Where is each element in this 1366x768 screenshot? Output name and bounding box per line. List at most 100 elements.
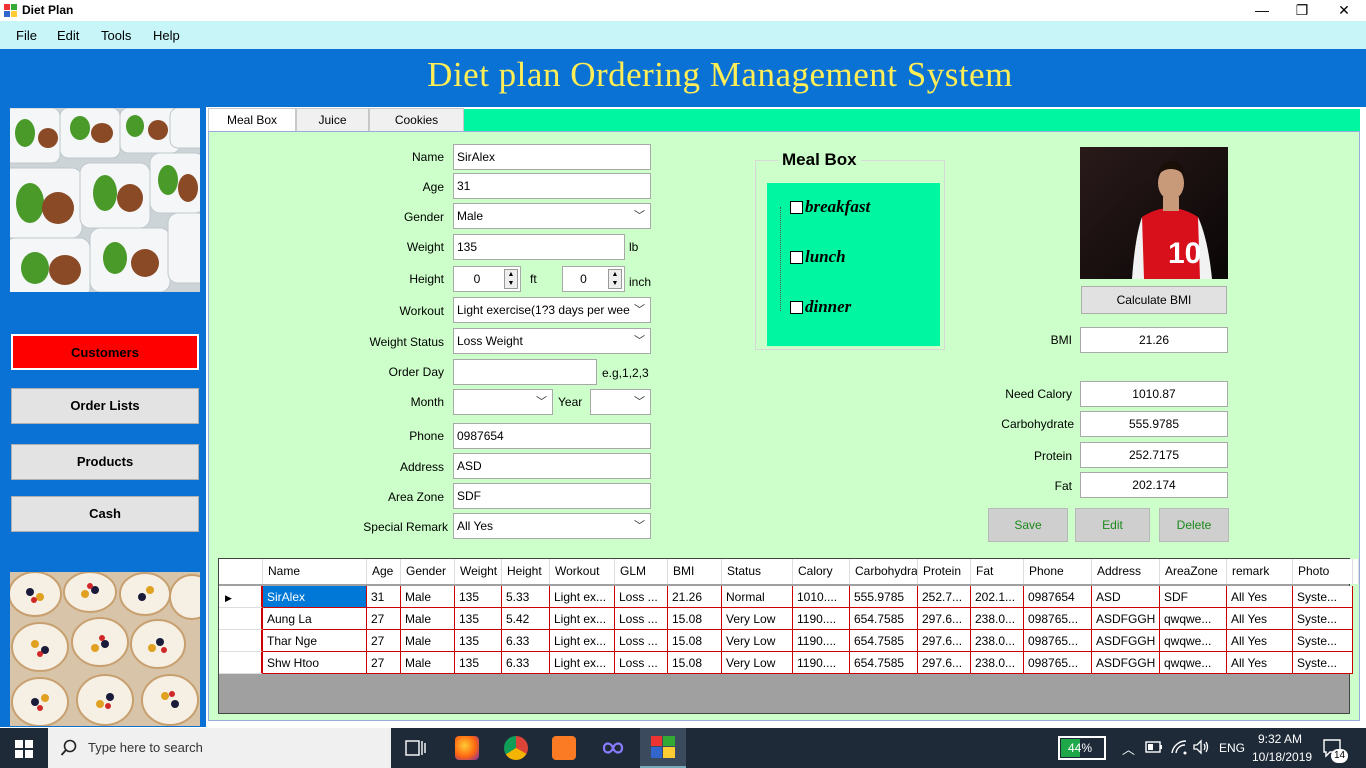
grid-cell[interactable]: 1010.... <box>793 586 850 608</box>
customers-button[interactable]: Customers <box>11 334 199 370</box>
year-select[interactable]: ﹀ <box>590 389 651 415</box>
grid-cell[interactable]: Normal <box>722 586 793 608</box>
calculate-bmi-button[interactable]: Calculate BMI <box>1081 286 1227 314</box>
grid-cell[interactable]: Loss ... <box>615 630 668 652</box>
row-header[interactable] <box>219 608 263 630</box>
row-header[interactable]: ▶ <box>219 586 263 608</box>
grid-cell[interactable]: 27 <box>367 608 401 630</box>
grid-cell[interactable]: 15.08 <box>668 652 722 674</box>
grid-cell[interactable]: 098765... <box>1024 608 1092 630</box>
grid-cell[interactable]: SirAlex <box>263 586 367 608</box>
spin-buttons[interactable]: ▲ ▼ <box>504 269 518 289</box>
grid-cell[interactable]: Shw Htoo <box>263 652 367 674</box>
dinner-checkbox[interactable] <box>790 301 803 314</box>
grid-cell[interactable]: Light ex... <box>550 608 615 630</box>
row-header[interactable] <box>219 652 263 674</box>
products-button[interactable]: Products <box>11 444 199 480</box>
grid-cell[interactable]: 654.7585 <box>850 652 918 674</box>
xampp-icon[interactable] <box>552 736 576 760</box>
column-header[interactable]: GLM <box>615 559 668 584</box>
gender-select[interactable]: Male ﹀ <box>453 203 651 229</box>
maximize-button[interactable]: ❐ <box>1282 0 1322 21</box>
battery-indicator[interactable]: 44% <box>1058 736 1106 760</box>
lunch-label[interactable]: lunch <box>805 247 846 267</box>
infinity-app-icon[interactable] <box>600 740 626 756</box>
grid-cell[interactable]: Light ex... <box>550 586 615 608</box>
grid-cell[interactable]: 297.6... <box>918 652 971 674</box>
grid-cell[interactable]: 202.1... <box>971 586 1024 608</box>
grid-cell[interactable]: ASDFGGH <box>1092 608 1160 630</box>
grid-cell[interactable]: Syste... <box>1293 608 1353 630</box>
grid-cell[interactable]: 238.0... <box>971 608 1024 630</box>
column-header[interactable]: Gender <box>401 559 455 584</box>
column-header[interactable]: Calory <box>793 559 850 584</box>
column-header[interactable]: Address <box>1092 559 1160 584</box>
chrome-icon[interactable] <box>504 736 528 760</box>
column-header[interactable]: remark <box>1227 559 1293 584</box>
menu-help[interactable]: Help <box>153 28 180 43</box>
task-view-icon[interactable] <box>405 738 427 758</box>
tab-meal-box[interactable]: Meal Box <box>208 108 296 132</box>
weight-input[interactable]: 135 <box>453 234 625 260</box>
language-indicator[interactable]: ENG <box>1219 741 1245 755</box>
grid-cell[interactable]: 5.33 <box>502 586 550 608</box>
column-header[interactable]: Carbohydra <box>850 559 918 584</box>
menu-tools[interactable]: Tools <box>101 28 131 43</box>
close-button[interactable]: ✕ <box>1324 0 1364 21</box>
grid-cell[interactable]: Light ex... <box>550 652 615 674</box>
grid-cell[interactable]: ASDFGGH <box>1092 652 1160 674</box>
grid-cell[interactable]: 654.7585 <box>850 608 918 630</box>
grid-cell[interactable]: 27 <box>367 652 401 674</box>
grid-cell[interactable]: 238.0... <box>971 652 1024 674</box>
firefox-icon[interactable] <box>455 736 479 760</box>
grid-cell[interactable]: Loss ... <box>615 608 668 630</box>
grid-cell[interactable]: All Yes <box>1227 586 1293 608</box>
clock-date[interactable]: 10/18/2019 <box>1252 750 1312 764</box>
grid-cell[interactable]: 297.6... <box>918 608 971 630</box>
grid-cell[interactable]: 5.42 <box>502 608 550 630</box>
phone-input[interactable]: 0987654 <box>453 423 651 449</box>
column-header[interactable]: Status <box>722 559 793 584</box>
grid-cell[interactable]: Male <box>401 608 455 630</box>
column-header[interactable]: Phone <box>1024 559 1092 584</box>
grid-cell[interactable]: 15.08 <box>668 630 722 652</box>
breakfast-label[interactable]: breakfast <box>805 197 870 217</box>
dinner-label[interactable]: dinner <box>805 297 851 317</box>
area-zone-input[interactable]: SDF <box>453 483 651 509</box>
grid-cell[interactable]: Male <box>401 586 455 608</box>
height-inch-stepper[interactable]: 0 ▲ ▼ <box>562 266 625 292</box>
grid-cell[interactable]: 6.33 <box>502 630 550 652</box>
grid-cell[interactable]: qwqwe... <box>1160 630 1227 652</box>
column-header[interactable]: BMI <box>668 559 722 584</box>
battery-icon[interactable] <box>1145 741 1163 753</box>
grid-cell[interactable]: Loss ... <box>615 652 668 674</box>
grid-cell[interactable]: 098765... <box>1024 630 1092 652</box>
address-input[interactable]: ASD <box>453 453 651 479</box>
column-header[interactable]: Workout <box>550 559 615 584</box>
grid-cell[interactable]: 21.26 <box>668 586 722 608</box>
windows-start-icon[interactable] <box>15 740 33 758</box>
grid-cell[interactable]: 238.0... <box>971 630 1024 652</box>
delete-button[interactable]: Delete <box>1159 508 1229 542</box>
minimize-button[interactable]: — <box>1242 0 1282 21</box>
grid-cell[interactable]: qwqwe... <box>1160 608 1227 630</box>
column-header[interactable]: Weight <box>455 559 502 584</box>
grid-cell[interactable]: Syste... <box>1293 586 1353 608</box>
grid-cell[interactable]: 135 <box>455 586 502 608</box>
grid-cell[interactable]: 1190.... <box>793 608 850 630</box>
grid-cell[interactable]: SDF <box>1160 586 1227 608</box>
diet-plan-taskbar-button[interactable] <box>640 728 686 768</box>
grid-cell[interactable]: ASDFGGH <box>1092 630 1160 652</box>
grid-cell[interactable]: Aung La <box>263 608 367 630</box>
grid-cell[interactable]: Male <box>401 652 455 674</box>
save-button[interactable]: Save <box>988 508 1068 542</box>
taskbar-search-box[interactable]: Type here to search <box>48 728 391 768</box>
age-input[interactable]: 31 <box>453 173 651 199</box>
tab-cookies[interactable]: Cookies <box>369 108 464 132</box>
order-lists-button[interactable]: Order Lists <box>11 388 199 424</box>
wifi-icon[interactable] <box>1170 739 1188 755</box>
clock-time[interactable]: 9:32 AM <box>1258 732 1302 746</box>
menu-file[interactable]: File <box>16 28 37 43</box>
tab-juice[interactable]: Juice <box>296 108 369 132</box>
grid-cell[interactable]: Very Low <box>722 652 793 674</box>
